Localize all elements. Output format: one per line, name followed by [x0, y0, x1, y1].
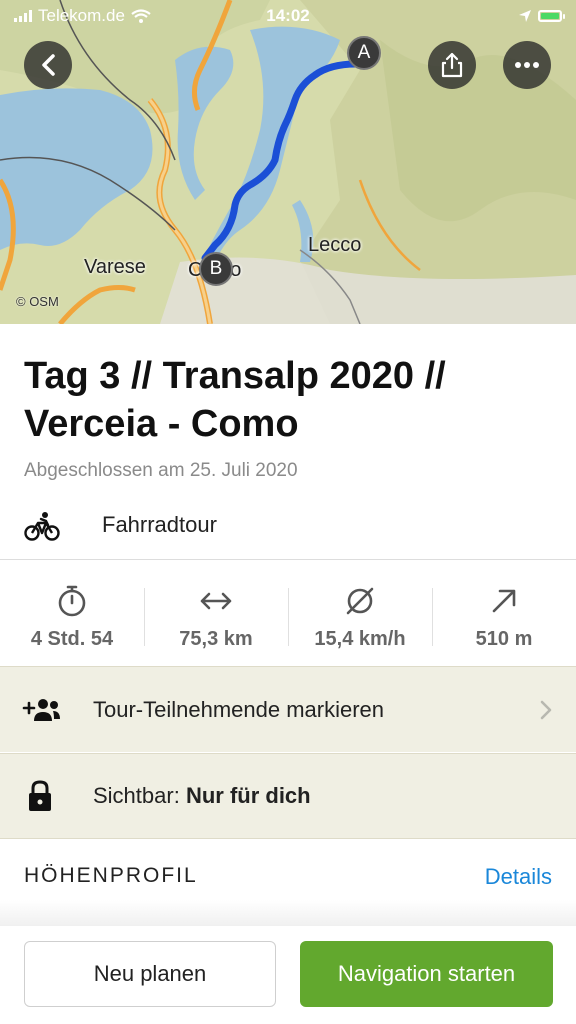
stat-speed: 15,4 km/h	[288, 566, 432, 666]
stat-duration: 4 Std. 54	[0, 566, 144, 666]
stat-distance: 75,3 km	[144, 566, 288, 666]
completed-date: Abgeschlossen am 25. Juli 2020	[24, 460, 298, 481]
more-dots-icon	[515, 62, 539, 68]
details-link[interactable]: Details	[485, 864, 552, 890]
tag-participants-label: Tour-Teilnehmende markieren	[93, 696, 385, 722]
stats-row: 4 Std. 54 75,3 km 15,4 km/h 510 m	[0, 566, 576, 666]
visibility-label: Sichtbar: Nur für dich	[93, 783, 311, 809]
start-navigation-button[interactable]: Navigation starten	[300, 941, 553, 1007]
end-marker[interactable]: B	[199, 252, 233, 286]
stat-value: 15,4 km/h	[314, 628, 406, 650]
tag-participants-row[interactable]: Tour-Teilnehmende markieren	[0, 666, 576, 752]
map-view[interactable]: Telekom.de 14:02 A Varese Lecco B © OSM	[0, 0, 576, 324]
back-button[interactable]	[24, 41, 72, 89]
more-button[interactable]	[503, 41, 551, 89]
tour-title: Tag 3 // Transalp 2020 // Verceia - Como	[24, 355, 446, 445]
carrier-label: Telekom.de	[38, 6, 125, 25]
location-arrow-icon	[519, 10, 531, 22]
wifi-icon	[131, 9, 151, 23]
city-label-varese: Varese	[84, 256, 146, 278]
average-icon	[346, 587, 374, 615]
stat-elevation: 510 m	[432, 566, 576, 666]
map-attribution: © OSM	[16, 294, 59, 309]
visibility-row[interactable]: Sichtbar: Nur für dich	[0, 753, 576, 839]
city-label-lecco: Lecco	[308, 234, 362, 256]
elevation-heading: HÖHENPROFIL	[24, 864, 198, 887]
share-icon	[441, 52, 463, 78]
activity-row: Fahrradtour	[0, 496, 576, 560]
add-person-icon	[22, 698, 60, 721]
lock-icon	[29, 780, 51, 811]
start-marker[interactable]: A	[347, 36, 381, 70]
signal-icon	[14, 10, 32, 22]
chevron-left-icon	[42, 54, 55, 76]
stat-value: 4 Std. 54	[30, 628, 114, 650]
visibility-prefix: Sichtbar:	[93, 783, 186, 808]
stopwatch-icon	[58, 585, 86, 617]
bottom-action-bar: Neu planen Navigation starten	[0, 926, 576, 1024]
battery-icon	[538, 10, 565, 22]
arrows-horizontal-icon	[200, 592, 232, 610]
visibility-value: Nur für dich	[185, 783, 311, 808]
bicycle-icon	[24, 512, 60, 541]
replan-button[interactable]: Neu planen	[24, 941, 276, 1007]
chevron-right-icon	[540, 700, 552, 719]
status-bar: Telekom.de 14:02	[0, 0, 576, 32]
stat-value: 75,3 km	[179, 628, 253, 650]
share-button[interactable]	[428, 41, 476, 89]
activity-type: Fahrradtour	[102, 512, 217, 537]
arrow-up-right-icon	[492, 589, 516, 613]
stat-value: 510 m	[475, 628, 533, 650]
